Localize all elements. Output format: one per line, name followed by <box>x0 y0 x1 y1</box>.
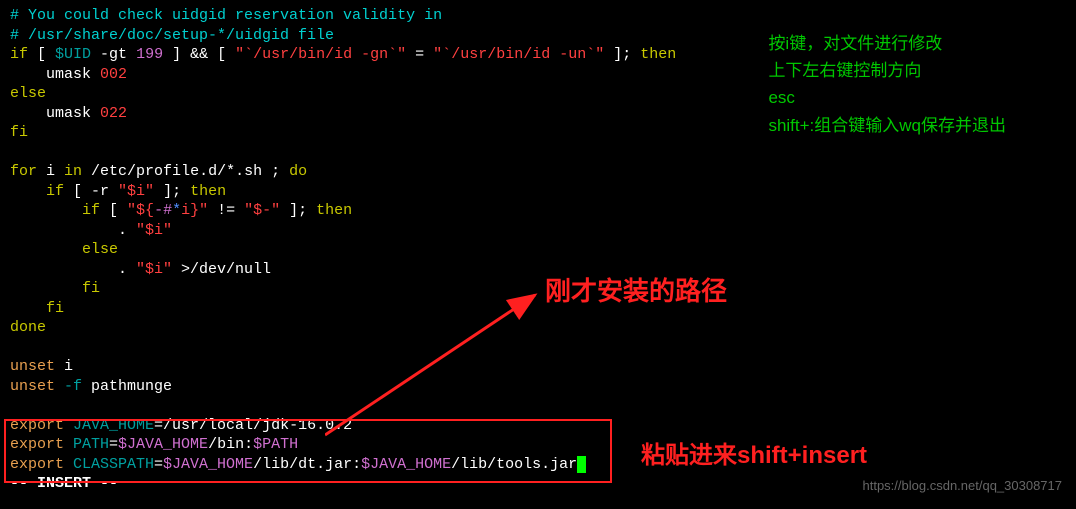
annotation-instructions: 按i键，对文件进行修改 上下左右键控制方向 esc shift+:组合键输入wq… <box>768 30 1006 139</box>
cursor-icon <box>577 456 586 473</box>
export-statement: export <box>10 417 64 434</box>
keyword-fi: fi <box>10 124 28 141</box>
export-statement: export <box>10 436 64 453</box>
keyword-done: done <box>10 319 46 336</box>
watermark-text: https://blog.csdn.net/qq_30308717 <box>863 478 1063 495</box>
annotation-path-label: 刚才安装的路径 <box>545 275 727 309</box>
keyword-for: for <box>10 163 37 180</box>
vim-mode: -- INSERT -- <box>10 475 118 492</box>
comment-line: # You could check uidgid reservation val… <box>10 7 442 24</box>
keyword-if: if <box>10 46 28 63</box>
annotation-paste-label: 粘贴进来shift+insert <box>641 440 867 471</box>
comment-line: # /usr/share/doc/setup-*/uidgid file <box>10 27 334 44</box>
keyword-else: else <box>10 85 46 102</box>
export-statement: export <box>10 456 64 473</box>
